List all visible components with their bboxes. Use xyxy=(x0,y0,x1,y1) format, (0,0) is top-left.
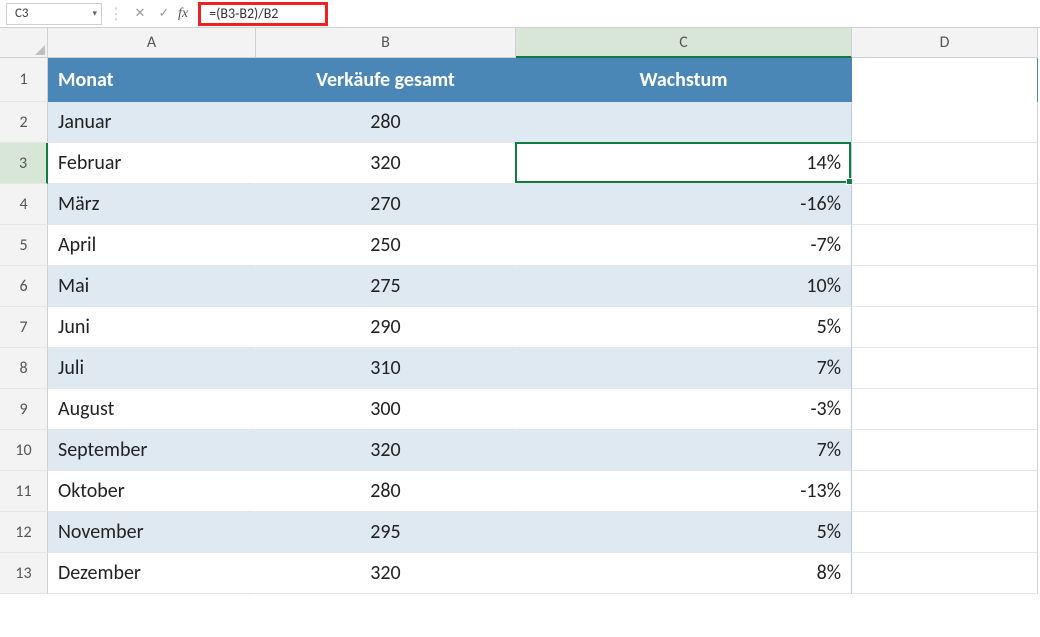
cell-empty[interactable] xyxy=(852,307,1038,348)
cell-empty[interactable] xyxy=(852,471,1038,512)
cell-month[interactable]: Dezember xyxy=(48,553,256,594)
cell-empty[interactable] xyxy=(852,348,1038,389)
table-row: 12November2955% xyxy=(0,512,1040,553)
cell-d1[interactable] xyxy=(852,58,1038,102)
column-header-row: A B C D xyxy=(0,28,1040,58)
cell-sales[interactable]: 310 xyxy=(256,348,516,389)
table-row: 8Juli3107% xyxy=(0,348,1040,389)
row-header-8[interactable]: 8 xyxy=(0,348,48,389)
row-header-5[interactable]: 5 xyxy=(0,225,48,266)
cell-empty[interactable] xyxy=(852,225,1038,266)
cell-sales[interactable]: 280 xyxy=(256,102,516,143)
row-header-1[interactable]: 1 xyxy=(0,58,48,102)
table-row: 4März270-16% xyxy=(0,184,1040,225)
header-sales[interactable]: Verkäufe gesamt xyxy=(256,58,516,102)
cell-sales[interactable]: 320 xyxy=(256,143,516,184)
table-row: 6Mai27510% xyxy=(0,266,1040,307)
name-box-value: C3 xyxy=(15,6,86,21)
row-header-6[interactable]: 6 xyxy=(0,266,48,307)
cell-sales[interactable]: 320 xyxy=(256,430,516,471)
cell-empty[interactable] xyxy=(852,389,1038,430)
cell-month[interactable]: Juni xyxy=(48,307,256,348)
header-growth[interactable]: Wachstum xyxy=(516,58,852,102)
fx-icon[interactable]: fx xyxy=(178,6,188,22)
cell-month[interactable]: November xyxy=(48,512,256,553)
cell-month[interactable]: Mai xyxy=(48,266,256,307)
cell-growth[interactable]: -16% xyxy=(516,184,852,225)
name-box[interactable]: C3 ▾ xyxy=(6,3,102,25)
table-header-row: 1 Monat Verkäufe gesamt Wachstum xyxy=(0,58,1040,102)
select-all-corner[interactable] xyxy=(0,28,48,58)
cell-growth[interactable]: -13% xyxy=(516,471,852,512)
cell-growth[interactable]: 7% xyxy=(516,348,852,389)
cell-month[interactable]: Februar xyxy=(48,143,256,184)
formula-text: =(B3-B2)/B2 xyxy=(209,5,278,22)
cell-growth[interactable]: 10% xyxy=(516,266,852,307)
cell-sales[interactable]: 280 xyxy=(256,471,516,512)
cell-empty[interactable] xyxy=(852,184,1038,225)
row-header-11[interactable]: 11 xyxy=(0,471,48,512)
row-header-10[interactable]: 10 xyxy=(0,430,48,471)
select-all-icon xyxy=(35,45,45,55)
row-header-2[interactable]: 2 xyxy=(0,102,48,143)
formula-bar: C3 ▾ ⋮ ✕ ✓ fx =(B3-B2)/B2 xyxy=(0,0,1040,28)
cell-sales[interactable]: 275 xyxy=(256,266,516,307)
cell-growth[interactable]: 8% xyxy=(516,553,852,594)
row-header-4[interactable]: 4 xyxy=(0,184,48,225)
cell-sales[interactable]: 290 xyxy=(256,307,516,348)
cell-month[interactable]: Juli xyxy=(48,348,256,389)
cell-empty[interactable] xyxy=(852,512,1038,553)
cell-month[interactable]: April xyxy=(48,225,256,266)
divider: ⋮ xyxy=(108,4,124,24)
cell-month[interactable]: August xyxy=(48,389,256,430)
row-header-12[interactable]: 12 xyxy=(0,512,48,553)
cell-month[interactable]: März xyxy=(48,184,256,225)
cell-growth[interactable]: 5% xyxy=(516,307,852,348)
table-row: 7Juni2905% xyxy=(0,307,1040,348)
cell-growth[interactable] xyxy=(516,102,852,143)
table-row: 5April250-7% xyxy=(0,225,1040,266)
table-row: 3Februar32014% xyxy=(0,143,1040,184)
cell-empty[interactable] xyxy=(852,266,1038,307)
cell-growth[interactable]: 14% xyxy=(516,143,852,184)
cell-empty[interactable] xyxy=(852,102,1038,143)
cell-growth[interactable]: -7% xyxy=(516,225,852,266)
col-header-b[interactable]: B xyxy=(256,28,516,58)
spreadsheet-grid: A B C D 1 Monat Verkäufe gesamt Wachstum… xyxy=(0,28,1040,594)
cell-empty[interactable] xyxy=(852,430,1038,471)
table-row: 10September3207% xyxy=(0,430,1040,471)
row-header-13[interactable]: 13 xyxy=(0,553,48,594)
accept-formula-icon[interactable]: ✓ xyxy=(154,4,174,24)
cell-growth[interactable]: 7% xyxy=(516,430,852,471)
cell-sales[interactable]: 270 xyxy=(256,184,516,225)
cell-empty[interactable] xyxy=(852,553,1038,594)
table-row: 13Dezember3208% xyxy=(0,553,1040,594)
table-row: 11Oktober280-13% xyxy=(0,471,1040,512)
col-header-d[interactable]: D xyxy=(852,28,1038,58)
header-month[interactable]: Monat xyxy=(48,58,256,102)
row-header-7[interactable]: 7 xyxy=(0,307,48,348)
col-header-c[interactable]: C xyxy=(516,28,852,58)
cell-sales[interactable]: 250 xyxy=(256,225,516,266)
cell-growth[interactable]: 5% xyxy=(516,512,852,553)
table-row: 2Januar280 xyxy=(0,102,1040,143)
row-header-3[interactable]: 3 xyxy=(0,143,48,184)
cell-sales[interactable]: 320 xyxy=(256,553,516,594)
cell-month[interactable]: September xyxy=(48,430,256,471)
cell-empty[interactable] xyxy=(852,143,1038,184)
formula-input[interactable]: =(B3-B2)/B2 xyxy=(198,2,328,26)
cancel-formula-icon[interactable]: ✕ xyxy=(130,4,150,24)
row-header-9[interactable]: 9 xyxy=(0,389,48,430)
cell-month[interactable]: Oktober xyxy=(48,471,256,512)
cell-month[interactable]: Januar xyxy=(48,102,256,143)
table-row: 9August300-3% xyxy=(0,389,1040,430)
cell-sales[interactable]: 295 xyxy=(256,512,516,553)
chevron-down-icon[interactable]: ▾ xyxy=(92,8,97,19)
cell-growth[interactable]: -3% xyxy=(516,389,852,430)
col-header-a[interactable]: A xyxy=(48,28,256,58)
cell-sales[interactable]: 300 xyxy=(256,389,516,430)
